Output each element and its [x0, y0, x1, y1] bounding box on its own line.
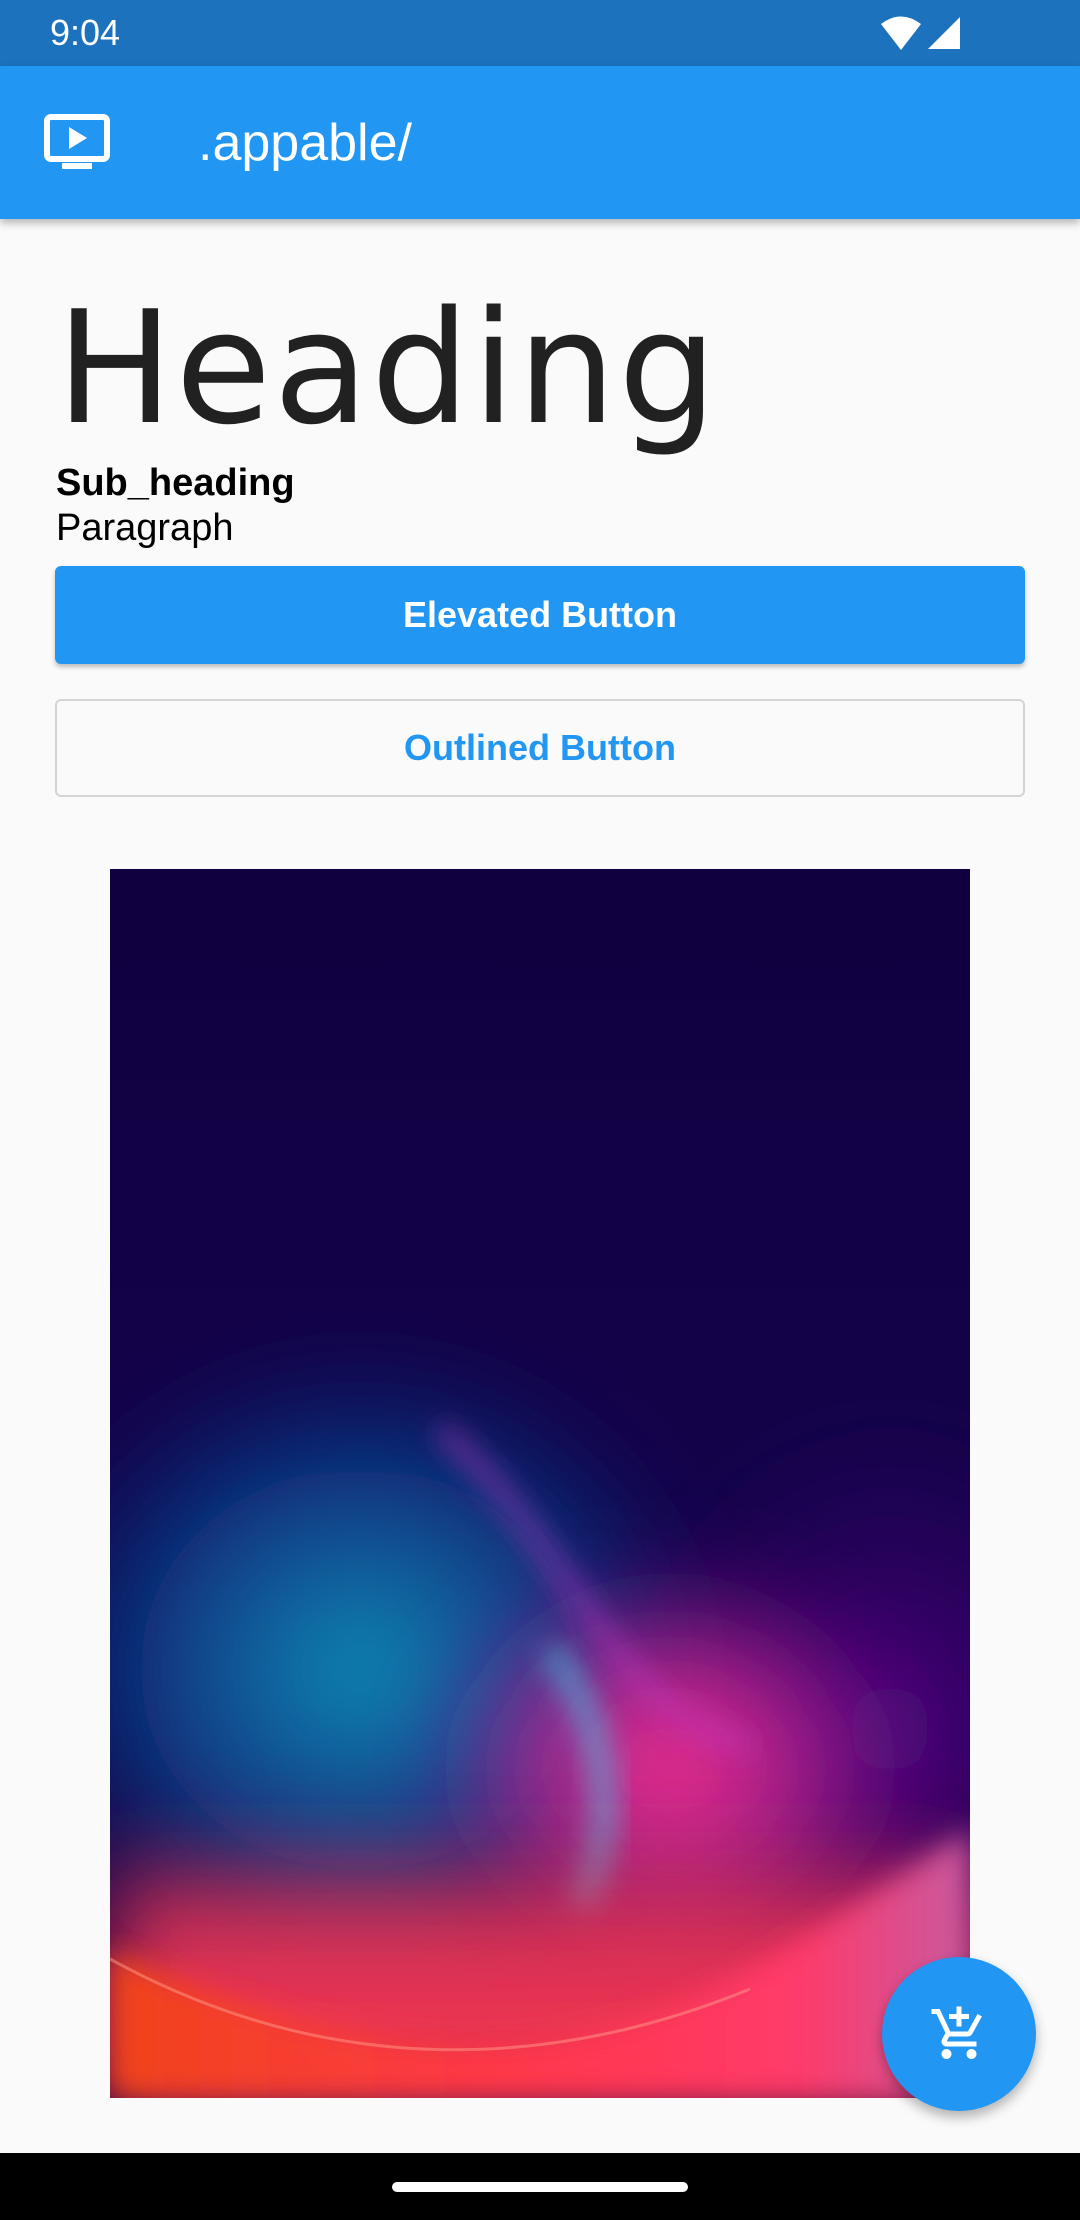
outlined-button[interactable]: Outlined Button [55, 699, 1025, 797]
add-to-cart-fab[interactable] [882, 1957, 1036, 2111]
navigation-bar [0, 2153, 1080, 2220]
status-icons [880, 15, 962, 51]
status-time: 9:04 [50, 12, 121, 53]
cellular-signal-icon [928, 17, 960, 49]
add-shopping-cart-icon [931, 2006, 982, 2059]
elevated-button[interactable]: Elevated Button [55, 566, 1025, 664]
heading: Heading [56, 277, 720, 459]
status-bar: 9:04 [0, 0, 1080, 66]
app-bar: .appable/ [0, 66, 1080, 219]
tv-play-icon[interactable] [44, 114, 110, 170]
home-indicator[interactable] [392, 2182, 688, 2192]
wallpaper-image [110, 869, 970, 2098]
app-title: .appable/ [198, 114, 412, 172]
sub-heading: Sub_heading [56, 462, 295, 504]
wifi-icon [881, 16, 921, 50]
paragraph: Paragraph [56, 507, 234, 549]
